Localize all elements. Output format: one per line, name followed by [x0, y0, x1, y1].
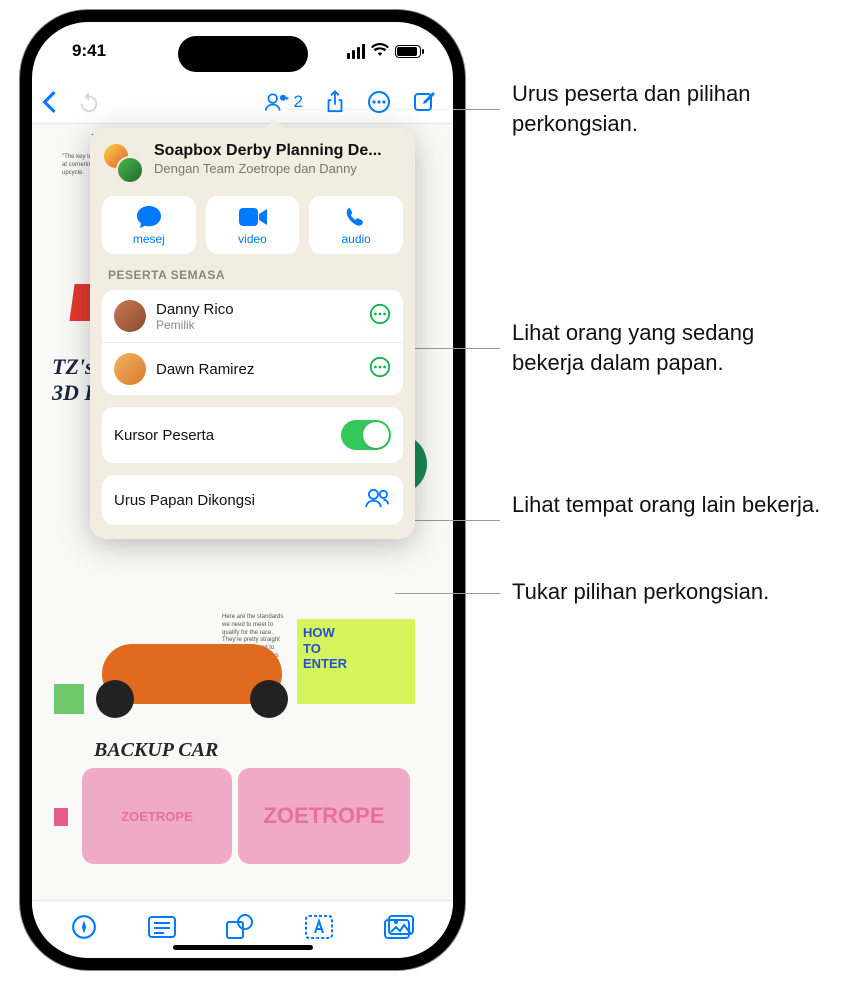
- avatar: [114, 353, 146, 385]
- sticky-note[interactable]: [54, 808, 68, 826]
- video-button[interactable]: video: [206, 196, 300, 254]
- canvas-pink-image[interactable]: ZOETROPE: [82, 768, 232, 864]
- participant-row[interactable]: Dawn Ramirez: [102, 342, 403, 395]
- video-icon: [239, 206, 267, 228]
- screen: 9:41 2: [32, 22, 453, 958]
- share-icon[interactable]: [325, 90, 345, 114]
- phone-icon: [345, 206, 367, 228]
- message-label: mesej: [133, 232, 165, 246]
- canvas-car-drawing[interactable]: [102, 644, 282, 704]
- battery-icon: [395, 45, 421, 58]
- participants-section-label: PESERTA SEMASA: [108, 268, 403, 282]
- undo-icon[interactable]: [78, 91, 100, 113]
- media-tool-icon[interactable]: [384, 915, 414, 944]
- participant-more-icon[interactable]: [369, 356, 391, 383]
- canvas-pink-image[interactable]: ZOETROPE: [238, 768, 410, 864]
- collaboration-button[interactable]: 2: [265, 92, 303, 112]
- collaboration-icon: [365, 488, 391, 512]
- participant-role: Pemilik: [156, 318, 234, 332]
- compose-icon[interactable]: [413, 90, 437, 114]
- participant-name: Dawn Ramirez: [156, 361, 254, 378]
- video-label: video: [238, 232, 267, 246]
- popover-title: Soapbox Derby Planning De...: [154, 142, 403, 160]
- canvas-howto-card[interactable]: HOW TO ENTER: [297, 619, 415, 704]
- sticky-note[interactable]: [54, 684, 84, 714]
- canvas-backup-label: BACKUP CAR: [94, 739, 218, 762]
- cursors-toggle[interactable]: [341, 420, 391, 450]
- cursors-label: Kursor Peserta: [114, 427, 214, 444]
- wifi-icon: [371, 42, 389, 61]
- note-tool-icon[interactable]: [148, 916, 176, 943]
- callout-leader: [395, 593, 500, 594]
- collaboration-popover: Soapbox Derby Planning De... Dengan Team…: [90, 128, 415, 539]
- participant-name: Danny Rico: [156, 301, 234, 318]
- manage-label: Urus Papan Dikongsi: [114, 492, 255, 509]
- shapes-tool-icon[interactable]: [226, 914, 254, 945]
- avatar: [114, 300, 146, 332]
- manage-shared-board-row[interactable]: Urus Papan Dikongsi: [102, 475, 403, 525]
- callout-text: Lihat tempat orang lain bekerja.: [512, 490, 832, 520]
- home-indicator: [173, 945, 313, 950]
- callout-text: Urus peserta dan pilihan perkongsian.: [512, 79, 832, 138]
- popover-subtitle: Dengan Team Zoetrope dan Danny: [154, 161, 403, 178]
- participants-list: Danny Rico Pemilik Dawn Ramirez: [102, 290, 403, 395]
- group-avatars: [102, 142, 144, 184]
- more-icon[interactable]: [367, 90, 391, 114]
- back-icon[interactable]: [42, 91, 56, 113]
- phone-frame: 9:41 2: [20, 10, 465, 970]
- audio-label: audio: [341, 232, 370, 246]
- callout-text: Lihat orang yang sedang bekerja dalam pa…: [512, 318, 832, 377]
- cellular-signal-icon: [347, 44, 365, 59]
- participant-more-icon[interactable]: [369, 303, 391, 330]
- collab-count: 2: [294, 92, 303, 112]
- callout-text: Tukar pilihan perkongsian.: [512, 577, 832, 607]
- top-toolbar: 2: [32, 80, 453, 124]
- audio-button[interactable]: audio: [309, 196, 403, 254]
- text-tool-icon[interactable]: [305, 915, 333, 944]
- status-time: 9:41: [72, 41, 106, 61]
- pen-tool-icon[interactable]: [71, 914, 97, 945]
- message-button[interactable]: mesej: [102, 196, 196, 254]
- participant-row[interactable]: Danny Rico Pemilik: [102, 290, 403, 342]
- message-icon: [136, 206, 162, 228]
- participant-cursors-row: Kursor Peserta: [102, 407, 403, 463]
- dynamic-island: [178, 36, 308, 72]
